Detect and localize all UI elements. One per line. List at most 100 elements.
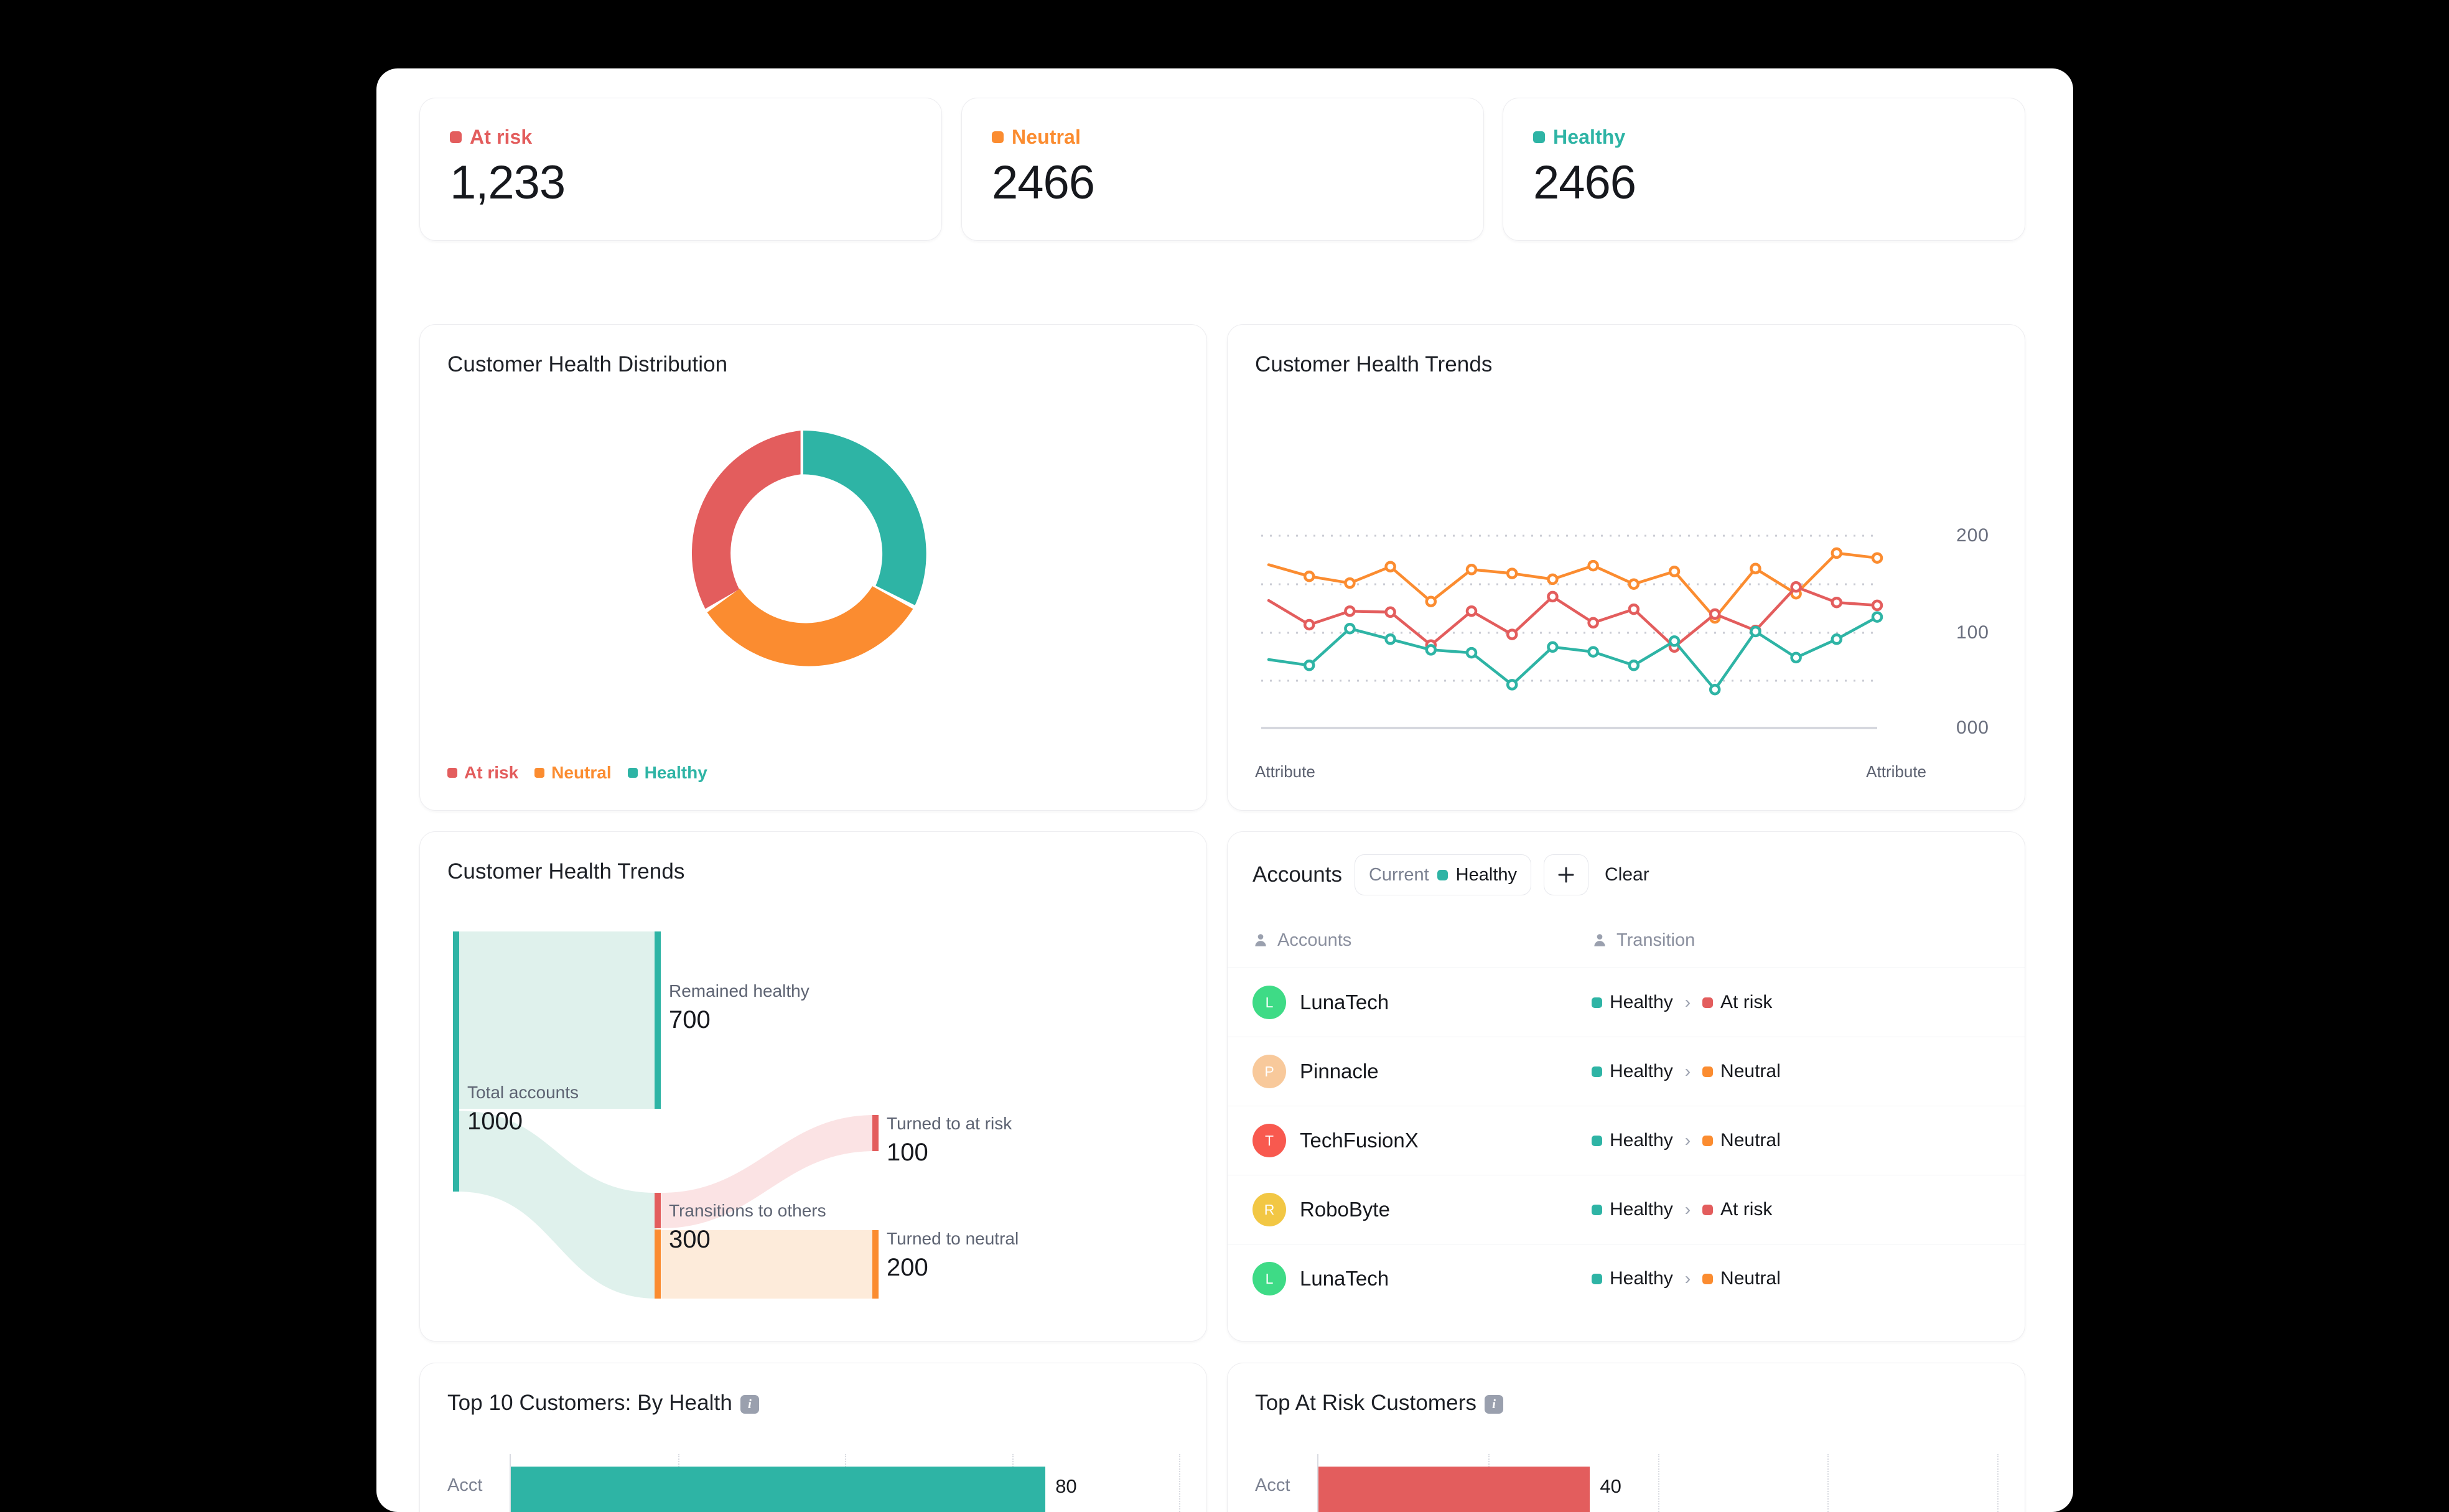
data-point[interactable] [1628, 578, 1640, 590]
data-point[interactable] [1831, 547, 1843, 559]
status-dot-icon [1702, 1066, 1714, 1077]
data-point[interactable] [1303, 660, 1315, 671]
add-filter-button[interactable] [1544, 854, 1588, 895]
data-point[interactable] [1303, 618, 1315, 631]
column-header-transition[interactable]: Transition [1592, 930, 2000, 951]
legend-item-neutral[interactable]: Neutral [534, 763, 612, 783]
top-at-risk-bar-chart[interactable]: Acct 40 [1255, 1454, 1999, 1512]
sankey-value-turned-at-risk: 100 [887, 1139, 928, 1166]
data-point[interactable] [1303, 570, 1315, 582]
data-point[interactable] [1465, 605, 1478, 617]
donut-legend: At risk Neutral Healthy [447, 763, 707, 783]
sankey-node-transitions-neutral[interactable] [655, 1230, 661, 1299]
legend-item-healthy[interactable]: Healthy [627, 763, 707, 783]
data-point[interactable] [1384, 606, 1396, 618]
sankey-node-turned-at-risk[interactable] [872, 1115, 879, 1151]
clear-filters-button[interactable]: Clear [1601, 864, 1653, 885]
gridline [1179, 1454, 1180, 1512]
sankey-diagram[interactable]: Total accounts 1000 Remained healthy 700… [432, 925, 1198, 1330]
info-icon[interactable]: i [1485, 1394, 1504, 1414]
customer-health-trends-line-card: Customer Health Trends 200 100 000 Attri… [1227, 324, 2025, 811]
data-point[interactable] [1750, 562, 1761, 575]
line-chart-svg[interactable] [1255, 511, 1933, 729]
data-point[interactable] [1465, 564, 1478, 576]
kpi-label-at-risk: At risk [450, 126, 532, 149]
filter-chip-current-healthy[interactable]: Current Healthy [1354, 854, 1531, 895]
filter-chip-prefix: Current [1368, 864, 1429, 885]
kpi-card-healthy[interactable]: Healthy 2466 [1503, 98, 2025, 241]
legend-item-at-risk[interactable]: At risk [447, 763, 518, 783]
data-point[interactable] [1547, 641, 1559, 653]
status-badge-to: Neutral [1702, 1130, 1781, 1151]
kpi-card-at-risk[interactable]: At risk 1,233 [419, 98, 942, 241]
legend-dot-icon [447, 768, 457, 778]
sankey-node-turned-neutral[interactable] [872, 1230, 879, 1299]
data-point[interactable] [1750, 625, 1761, 638]
data-point[interactable] [1425, 644, 1437, 656]
data-point[interactable] [1425, 595, 1437, 607]
line-series-healthy[interactable] [1267, 615, 1879, 691]
data-point[interactable] [1628, 603, 1640, 615]
top10-bar-chart[interactable]: Acct 80 [447, 1454, 1180, 1512]
line-series-at-risk[interactable] [1267, 586, 1879, 649]
data-point[interactable] [1344, 577, 1356, 589]
status-dot-icon [992, 131, 1004, 143]
data-point[interactable] [1465, 646, 1478, 659]
donut-chart[interactable] [666, 417, 940, 691]
data-point[interactable] [1831, 633, 1843, 645]
data-point[interactable] [1587, 559, 1599, 572]
sankey-node-total-accounts[interactable] [453, 931, 459, 1192]
page-title-top10: Top 10 Customers: By Health i [447, 1391, 759, 1416]
table-row[interactable]: P Pinnacle Healthy › Neutral [1228, 1037, 2025, 1106]
data-point[interactable] [1831, 596, 1843, 609]
donut-slice-healthy[interactable] [803, 431, 926, 605]
kpi-card-neutral[interactable]: Neutral 2466 [961, 98, 1484, 241]
chevron-right-icon: › [1684, 1062, 1691, 1081]
data-point[interactable] [1344, 622, 1356, 635]
data-point[interactable] [1506, 567, 1518, 579]
data-point[interactable] [1384, 561, 1396, 572]
table-row[interactable]: T TechFusionX Healthy › Neutral [1228, 1106, 2025, 1175]
data-point[interactable] [1668, 635, 1681, 647]
data-point[interactable] [1587, 646, 1599, 658]
sankey-label-transitions: Transitions to others [669, 1201, 826, 1220]
data-point[interactable] [1871, 599, 1883, 612]
bar-top-at-risk[interactable] [1318, 1467, 1590, 1512]
sankey-value-remained-healthy: 700 [669, 1006, 711, 1034]
bar-top10[interactable] [511, 1467, 1046, 1512]
info-icon[interactable]: i [740, 1394, 759, 1414]
data-point[interactable] [1547, 590, 1559, 603]
donut-slice-neutral[interactable] [707, 586, 913, 666]
data-point[interactable] [1587, 617, 1599, 629]
plus-icon [1558, 867, 1574, 883]
table-row[interactable]: R RoboByte Healthy › At risk [1228, 1175, 2025, 1244]
sankey-node-transitions-at-risk[interactable] [655, 1193, 661, 1228]
data-point[interactable] [1871, 611, 1883, 623]
column-header-accounts[interactable]: Accounts [1252, 930, 1592, 951]
accounts-table: Accounts Transition L LunaTech Healthy › At … [1228, 913, 2025, 1313]
donut-slice-at-risk[interactable] [691, 431, 801, 609]
data-point[interactable] [1790, 581, 1802, 593]
data-point[interactable] [1668, 566, 1681, 577]
table-row[interactable]: L LunaTech Healthy › At risk [1228, 968, 2025, 1037]
data-point[interactable] [1790, 651, 1802, 664]
sankey-node-remained-healthy[interactable] [655, 931, 661, 1109]
sankey-link-transitions[interactable] [457, 1111, 656, 1299]
status-dot-icon [1592, 997, 1602, 1008]
line-chart[interactable]: 200 100 000 [1255, 511, 1989, 738]
data-point[interactable] [1506, 679, 1518, 691]
data-point[interactable] [1547, 573, 1559, 586]
top10-title-text: Top 10 Customers: By Health [447, 1391, 732, 1415]
table-row[interactable]: L LunaTech Healthy › Neutral [1228, 1244, 2025, 1313]
y-tick-000: 000 [1956, 717, 1989, 738]
data-point[interactable] [1871, 552, 1883, 564]
data-point[interactable] [1709, 683, 1721, 696]
status-dot-icon [1533, 131, 1545, 143]
line-series-group [1267, 547, 1883, 696]
data-point[interactable] [1709, 608, 1721, 620]
data-point[interactable] [1344, 605, 1356, 617]
data-point[interactable] [1506, 628, 1518, 640]
sankey-svg[interactable] [432, 925, 1198, 1330]
data-point[interactable] [1628, 660, 1640, 671]
data-point[interactable] [1384, 633, 1396, 645]
